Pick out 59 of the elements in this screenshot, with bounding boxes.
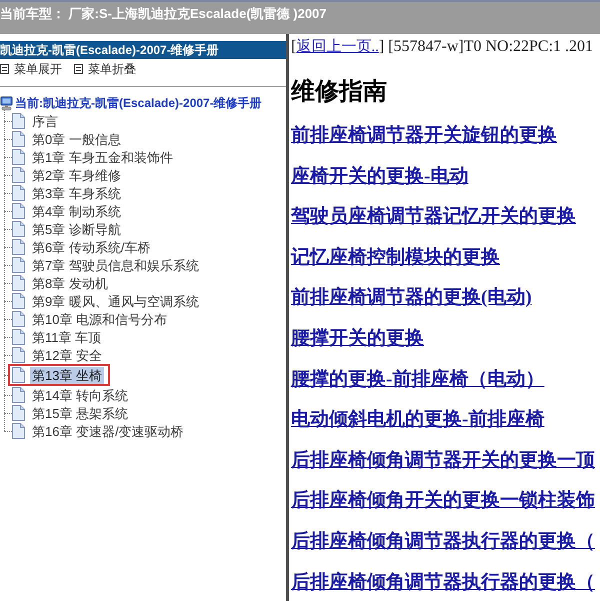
computer-icon (0, 96, 13, 110)
procedure-link[interactable]: 座椅开关的更换-电动 (291, 166, 468, 188)
document-icon (12, 423, 25, 439)
tree-item-label[interactable]: 第14章 转向系统 (30, 386, 130, 404)
tree-item-label[interactable]: 第11章 车顶 (30, 328, 104, 346)
tree-item-label[interactable]: 第16章 变速器/变速驱动桥 (30, 422, 186, 440)
document-icon (12, 329, 25, 345)
document-icon (12, 405, 25, 421)
document-icon (12, 367, 25, 383)
procedure-link[interactable]: 前排座椅调节器的更换(电动) (291, 287, 532, 310)
tree-item-label[interactable]: 第13章 坐椅 (30, 366, 104, 384)
tree-item-label[interactable]: 第7章 驾驶员信息和娱乐系统 (30, 256, 201, 274)
document-icon (12, 149, 25, 165)
current-model-text: 当前车型： 厂家:S-上海凯迪拉克Escalade(凯雷德 )2007 (0, 5, 327, 22)
document-icon (12, 185, 25, 201)
procedure-link[interactable]: 后排座椅倾角调节器执行器的更换（ (291, 572, 595, 594)
procedure-link[interactable]: 电动倾斜电机的更换-前排座椅 (291, 409, 544, 432)
document-icon (12, 221, 25, 237)
tree-item-label[interactable]: 第9章 暖风、通风与空调系统 (30, 292, 201, 310)
document-icon (12, 131, 25, 147)
manual-title: 凯迪拉克-凯雷(Escalade)-2007-维修手册 (0, 42, 219, 59)
document-icon (12, 387, 25, 403)
procedure-link[interactable]: 腰撑开关的更换 (291, 328, 424, 350)
tree-item-label[interactable]: 第6章 传动系统/车桥 (30, 238, 152, 256)
tree-branch-line (4, 375, 8, 376)
document-icon (12, 203, 25, 219)
procedure-link[interactable]: 后排座椅倾角开关的更换一锁柱装饰 (291, 490, 595, 512)
procedure-link[interactable]: 后排座椅倾角调节器执行器的更换（ (291, 530, 595, 553)
document-icon (12, 167, 25, 183)
tree-item-label[interactable]: 第10章 电源和信号分布 (30, 310, 170, 328)
tree-item-label[interactable]: 第8章 发动机 (30, 274, 110, 292)
tree-item-label[interactable]: 序言 (30, 112, 60, 130)
document-icon (12, 113, 25, 129)
tree-item-label[interactable]: 第3章 车身系统 (30, 184, 123, 202)
menu-toggle-button[interactable]: 菜单展开 (0, 61, 62, 77)
document-icon (12, 275, 25, 291)
page-info-text: [返回上一页..] [557847-w]T0 NO:22PC:1 .201 (291, 37, 594, 57)
procedure-link[interactable]: 前排座椅调节器开关旋钮的更换 (291, 125, 557, 147)
document-icon (12, 311, 25, 327)
document-icon (12, 239, 25, 255)
page-heading: 维修指南 (291, 78, 387, 106)
tree-item-label[interactable]: 第15章 悬架系统 (30, 404, 130, 422)
procedure-link[interactable]: 记忆座椅控制模块的更换 (291, 246, 500, 269)
tree-item-label[interactable]: 第4章 制动系统 (30, 202, 123, 220)
list-icon (74, 64, 83, 74)
document-icon (12, 293, 25, 309)
procedure-link[interactable]: 腰撑的更换-前排座椅（电动） (291, 368, 544, 391)
procedure-link[interactable]: 后排座椅倾角调节器开关的更换一顶 (291, 450, 595, 472)
tree-root-label[interactable]: 当前:凯迪拉克-凯雷(Escalade)-2007-维修手册 (15, 95, 262, 111)
document-icon (12, 257, 25, 273)
tree-item-label[interactable]: 第0章 一般信息 (30, 130, 123, 148)
tree-item-label[interactable]: 第12章 安全 (30, 346, 104, 364)
tree-item-label[interactable]: 第2章 车身维修 (30, 166, 123, 184)
menu-toggle-button[interactable]: 菜单折叠 (74, 61, 136, 77)
procedure-link[interactable]: 驾驶员座椅调节器记忆开关的更换 (291, 206, 576, 228)
tree-item-label[interactable]: 第1章 车身五金和装饰件 (30, 148, 175, 166)
tree-item-label[interactable]: 第5章 诊断导航 (30, 220, 123, 238)
back-link[interactable]: 返回上一页.. (296, 39, 379, 55)
document-icon (12, 347, 25, 363)
